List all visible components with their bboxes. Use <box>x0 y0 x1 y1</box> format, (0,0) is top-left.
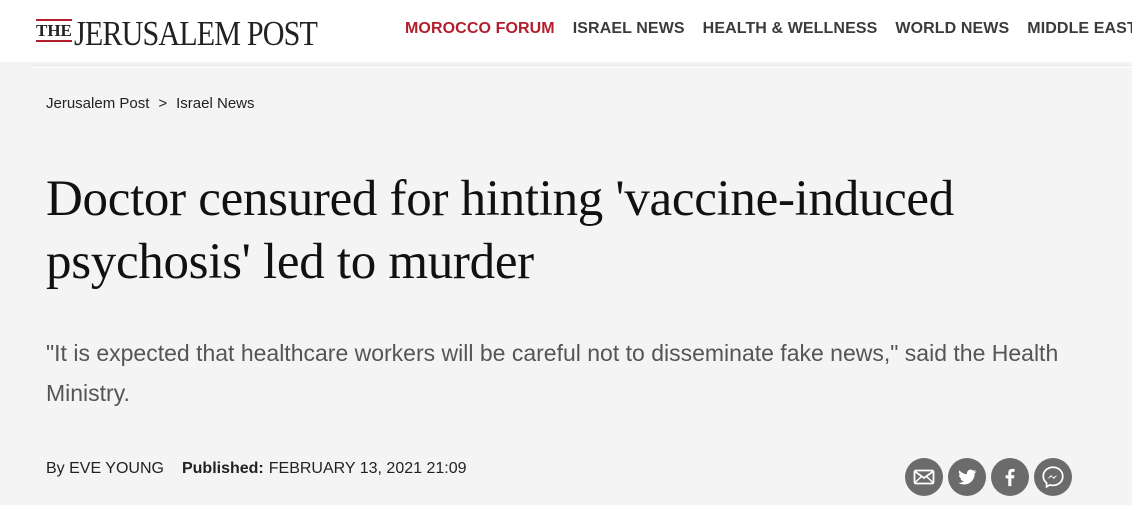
nav-item-world-news[interactable]: WORLD NEWS <box>895 20 1009 38</box>
twitter-share-button[interactable] <box>948 458 986 496</box>
email-share-button[interactable] <box>905 458 943 496</box>
nav-item-middle-east[interactable]: MIDDLE EAST <box>1027 20 1132 38</box>
site-logo[interactable]: THE JERUSALEM POST <box>36 16 356 56</box>
nav-item-israel-news[interactable]: ISRAEL NEWS <box>573 20 685 38</box>
messenger-icon <box>1042 466 1064 489</box>
top-bar: THE JERUSALEM POST MOROCCO FORUM ISRAEL … <box>0 0 1132 62</box>
nav-item-health-wellness[interactable]: HEALTH & WELLNESS <box>703 20 878 38</box>
published-date: FEBRUARY 13, 2021 21:09 <box>268 460 467 477</box>
share-buttons <box>905 458 1072 496</box>
breadcrumb: Jerusalem Post > Israel News <box>46 95 255 112</box>
breadcrumb-section-link[interactable]: Israel News <box>176 95 254 112</box>
email-icon <box>913 469 935 485</box>
article-headline: Doctor censured for hinting 'vaccine-ind… <box>46 171 954 290</box>
facebook-share-button[interactable] <box>991 458 1029 496</box>
header-divider <box>32 65 1132 68</box>
breadcrumb-home-link[interactable]: Jerusalem Post <box>46 95 149 112</box>
article-subtitle: "It is expected that healthcare workers … <box>46 340 1059 406</box>
facebook-icon <box>1005 468 1015 487</box>
logo-the: THE <box>36 19 72 42</box>
nav-item-morocco-forum[interactable]: MOROCCO FORUM <box>405 20 555 38</box>
twitter-icon <box>958 469 977 485</box>
messenger-share-button[interactable] <box>1034 458 1072 496</box>
published-label: Published: <box>181 460 264 477</box>
breadcrumb-separator: > <box>158 95 168 112</box>
logo-wordmark: JERUSALEM POST <box>73 14 318 53</box>
main-nav: MOROCCO FORUM ISRAEL NEWS HEALTH & WELLN… <box>405 20 1132 38</box>
article-byline: By EVE YOUNG Published: FEBRUARY 13, 202… <box>46 460 467 478</box>
author-name: By EVE YOUNG <box>46 460 164 477</box>
